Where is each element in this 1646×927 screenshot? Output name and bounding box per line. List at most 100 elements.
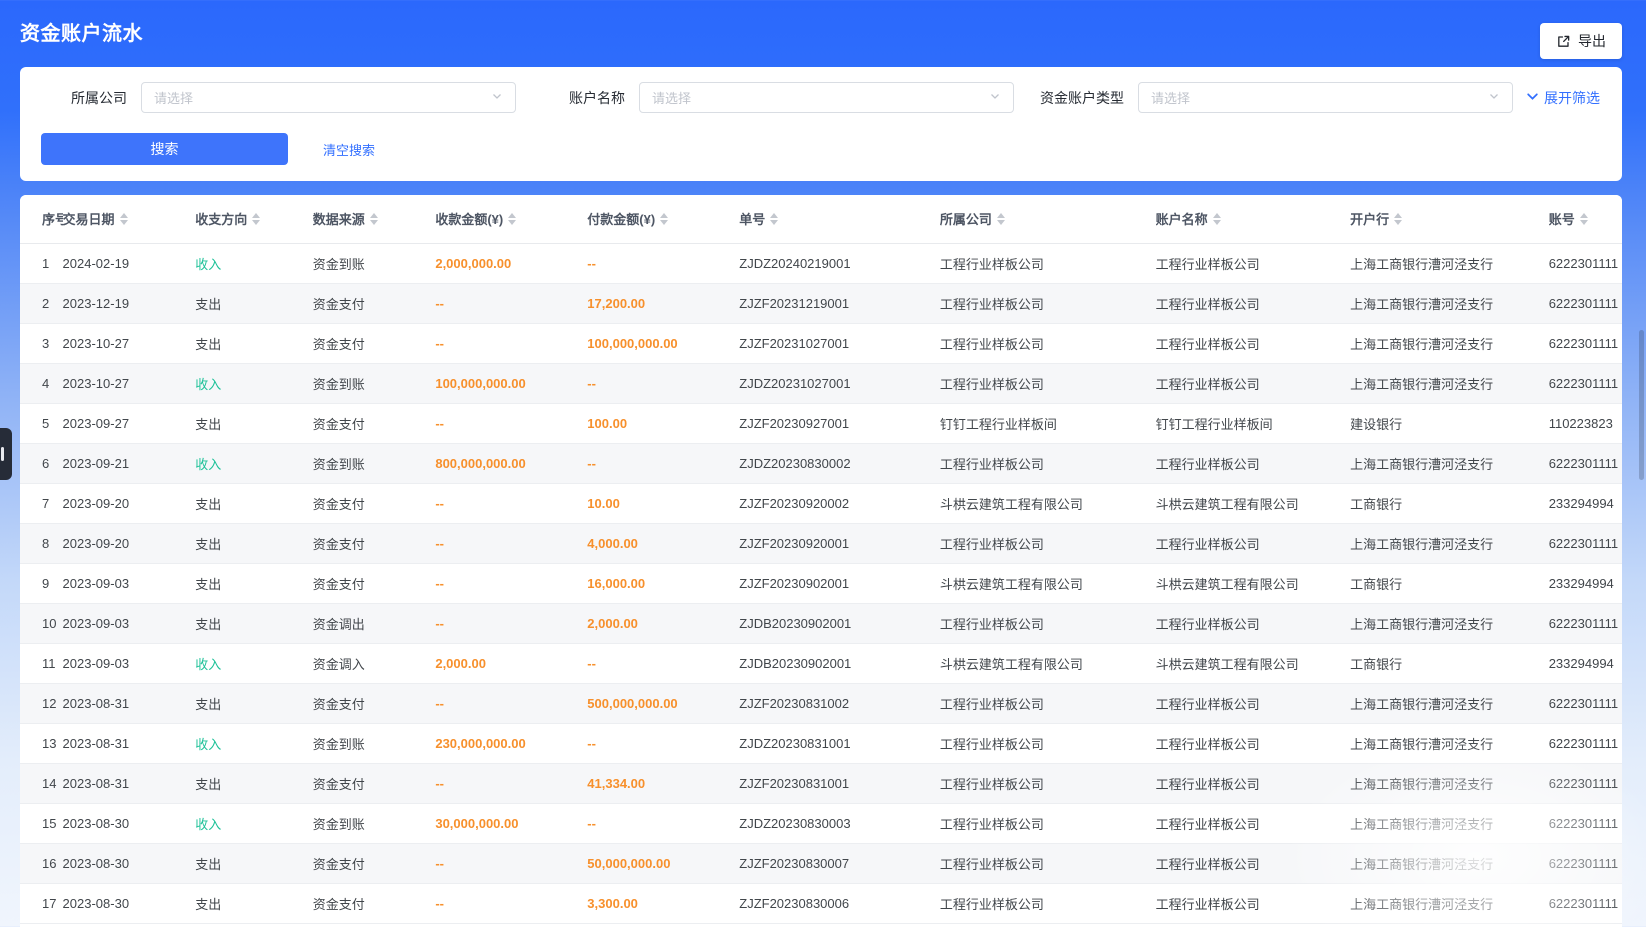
table-row: 162023-08-30支出资金支付--50,000,000.00ZJZF202… — [20, 843, 1622, 883]
cell-account-name: 工程行业样板公司 — [1156, 363, 1351, 403]
filter-panel: 所属公司 请选择 账户名称 请选择 资金账户类型 请选择 — [20, 67, 1622, 181]
column-header-trade-date[interactable]: 交易日期 — [63, 195, 196, 243]
column-header-receipt-amount[interactable]: 收款金额(¥) — [435, 195, 587, 243]
cell-payment-amount: 16,000.00 — [587, 563, 739, 603]
expand-filters-link[interactable]: 展开筛选 — [1526, 88, 1600, 108]
cell-data-source: 资金调出 — [313, 603, 436, 643]
cell-company: 工程行业样板公司 — [940, 883, 1156, 923]
cell-bank: 上海工商银行漕河泾支行 — [1350, 763, 1549, 803]
sort-caret-icon[interactable] — [508, 213, 516, 225]
cell-account-no: 233294994 — [1549, 563, 1622, 603]
cell-company: 工程行业样板公司 — [940, 243, 1156, 283]
clear-search-link[interactable]: 清空搜索 — [323, 140, 375, 159]
vertical-scrollbar[interactable] — [1639, 330, 1644, 480]
cell-trade-date: 2023-09-27 — [63, 403, 196, 443]
cell-bank: 工商银行 — [1350, 643, 1549, 683]
cell-trade-date: 2023-09-03 — [63, 643, 196, 683]
cell-data-source: 资金支付 — [313, 563, 436, 603]
column-label: 账号 — [1549, 209, 1575, 228]
column-header-account-name[interactable]: 账户名称 — [1156, 195, 1351, 243]
column-header-payment-amount[interactable]: 付款金额(¥) — [587, 195, 739, 243]
cell-payment-amount: 2,000.00 — [587, 603, 739, 643]
cell-receipt-amount: -- — [435, 883, 587, 923]
cell-data-source: 资金到账 — [313, 363, 436, 403]
cell-trade-date: 2023-12-19 — [63, 283, 196, 323]
column-header-data-source[interactable]: 数据来源 — [313, 195, 436, 243]
table-row: 12024-02-19收入资金到账2,000,000.00--ZJDZ20240… — [20, 243, 1622, 283]
cell-index: 13 — [20, 723, 63, 763]
cell-index: 8 — [20, 523, 63, 563]
side-drawer-handle[interactable] — [0, 428, 12, 480]
account-name-filter-label: 账户名称 — [569, 88, 625, 108]
cell-account-no: 110223823 — [1549, 403, 1622, 443]
column-header-company[interactable]: 所属公司 — [940, 195, 1156, 243]
sort-caret-icon[interactable] — [997, 213, 1005, 225]
column-label: 数据来源 — [313, 209, 365, 228]
cell-account-no: 6222301111 — [1549, 603, 1622, 643]
cell-trade-date: 2023-08-31 — [63, 683, 196, 723]
cell-company: 工程行业样板公司 — [940, 523, 1156, 563]
cell-payment-amount: 41,334.00 — [587, 763, 739, 803]
cell-receipt-amount: -- — [435, 283, 587, 323]
page-header: 资金账户流水 导出 — [0, 0, 1646, 62]
cell-bank: 上海工商银行漕河泾支行 — [1350, 723, 1549, 763]
cell-account-name: 工程行业样板公司 — [1156, 803, 1351, 843]
cell-company: 斗栱云建筑工程有限公司 — [940, 643, 1156, 683]
table-row: 102023-09-03支出资金调出--2,000.00ZJDB20230902… — [20, 603, 1622, 643]
sort-caret-icon[interactable] — [120, 213, 128, 225]
cell-account-name: 工程行业样板公司 — [1156, 883, 1351, 923]
cell-trade-date: 2023-10-27 — [63, 363, 196, 403]
sort-caret-icon[interactable] — [370, 213, 378, 225]
cell-account-name: 工程行业样板公司 — [1156, 683, 1351, 723]
sort-caret-icon[interactable] — [252, 213, 260, 225]
cell-data-source: 资金支付 — [313, 683, 436, 723]
table-row: 112023-09-03收入资金调入2,000.00--ZJDB20230902… — [20, 643, 1622, 683]
chevron-down-icon — [491, 89, 503, 107]
cell-index: 9 — [20, 563, 63, 603]
cell-data-source: 资金支付 — [313, 403, 436, 443]
account-name-select[interactable]: 请选择 — [639, 82, 1014, 113]
cell-account-name: 工程行业样板公司 — [1156, 523, 1351, 563]
table-body: 12024-02-19收入资金到账2,000,000.00--ZJDZ20240… — [20, 243, 1622, 923]
column-header-index: 序号 — [20, 195, 63, 243]
sort-caret-icon[interactable] — [770, 213, 778, 225]
cell-bank: 上海工商银行漕河泾支行 — [1350, 883, 1549, 923]
cell-account-name: 工程行业样板公司 — [1156, 443, 1351, 483]
cell-data-source: 资金支付 — [313, 483, 436, 523]
cell-data-source: 资金支付 — [313, 283, 436, 323]
cell-index: 14 — [20, 763, 63, 803]
cell-bank: 上海工商银行漕河泾支行 — [1350, 323, 1549, 363]
column-label: 所属公司 — [940, 209, 992, 228]
table-row: 22023-12-19支出资金支付--17,200.00ZJZF20231219… — [20, 283, 1622, 323]
chevron-down-icon — [1488, 89, 1500, 107]
cell-payment-amount: -- — [587, 363, 739, 403]
column-header-order-no[interactable]: 单号 — [739, 195, 940, 243]
cell-bank: 上海工商银行漕河泾支行 — [1350, 683, 1549, 723]
company-select[interactable]: 请选择 — [141, 82, 516, 113]
cell-order-no: ZJDB20230902001 — [739, 643, 940, 683]
column-label: 收支方向 — [195, 209, 247, 228]
sort-caret-icon[interactable] — [1213, 213, 1221, 225]
column-header-account-no[interactable]: 账号 — [1549, 195, 1622, 243]
search-button[interactable]: 搜索 — [41, 133, 288, 165]
cell-direction: 收入 — [195, 643, 313, 683]
cell-receipt-amount: -- — [435, 483, 587, 523]
export-button[interactable]: 导出 — [1540, 23, 1622, 59]
cell-order-no: ZJDZ20240219001 — [739, 243, 940, 283]
column-header-direction[interactable]: 收支方向 — [195, 195, 313, 243]
cell-direction: 支出 — [195, 883, 313, 923]
cell-bank: 上海工商银行漕河泾支行 — [1350, 603, 1549, 643]
column-header-bank[interactable]: 开户行 — [1350, 195, 1549, 243]
cell-bank: 上海工商银行漕河泾支行 — [1350, 443, 1549, 483]
cell-trade-date: 2023-09-03 — [63, 603, 196, 643]
fund-account-type-select[interactable]: 请选择 — [1138, 82, 1513, 113]
sort-caret-icon[interactable] — [1394, 213, 1402, 225]
cell-account-name: 工程行业样板公司 — [1156, 843, 1351, 883]
sort-caret-icon[interactable] — [1580, 213, 1588, 225]
column-label: 账户名称 — [1156, 209, 1208, 228]
export-icon — [1556, 34, 1571, 49]
cell-index: 4 — [20, 363, 63, 403]
column-label: 付款金额(¥) — [587, 209, 655, 228]
sort-caret-icon[interactable] — [660, 213, 668, 225]
cell-bank: 上海工商银行漕河泾支行 — [1350, 363, 1549, 403]
